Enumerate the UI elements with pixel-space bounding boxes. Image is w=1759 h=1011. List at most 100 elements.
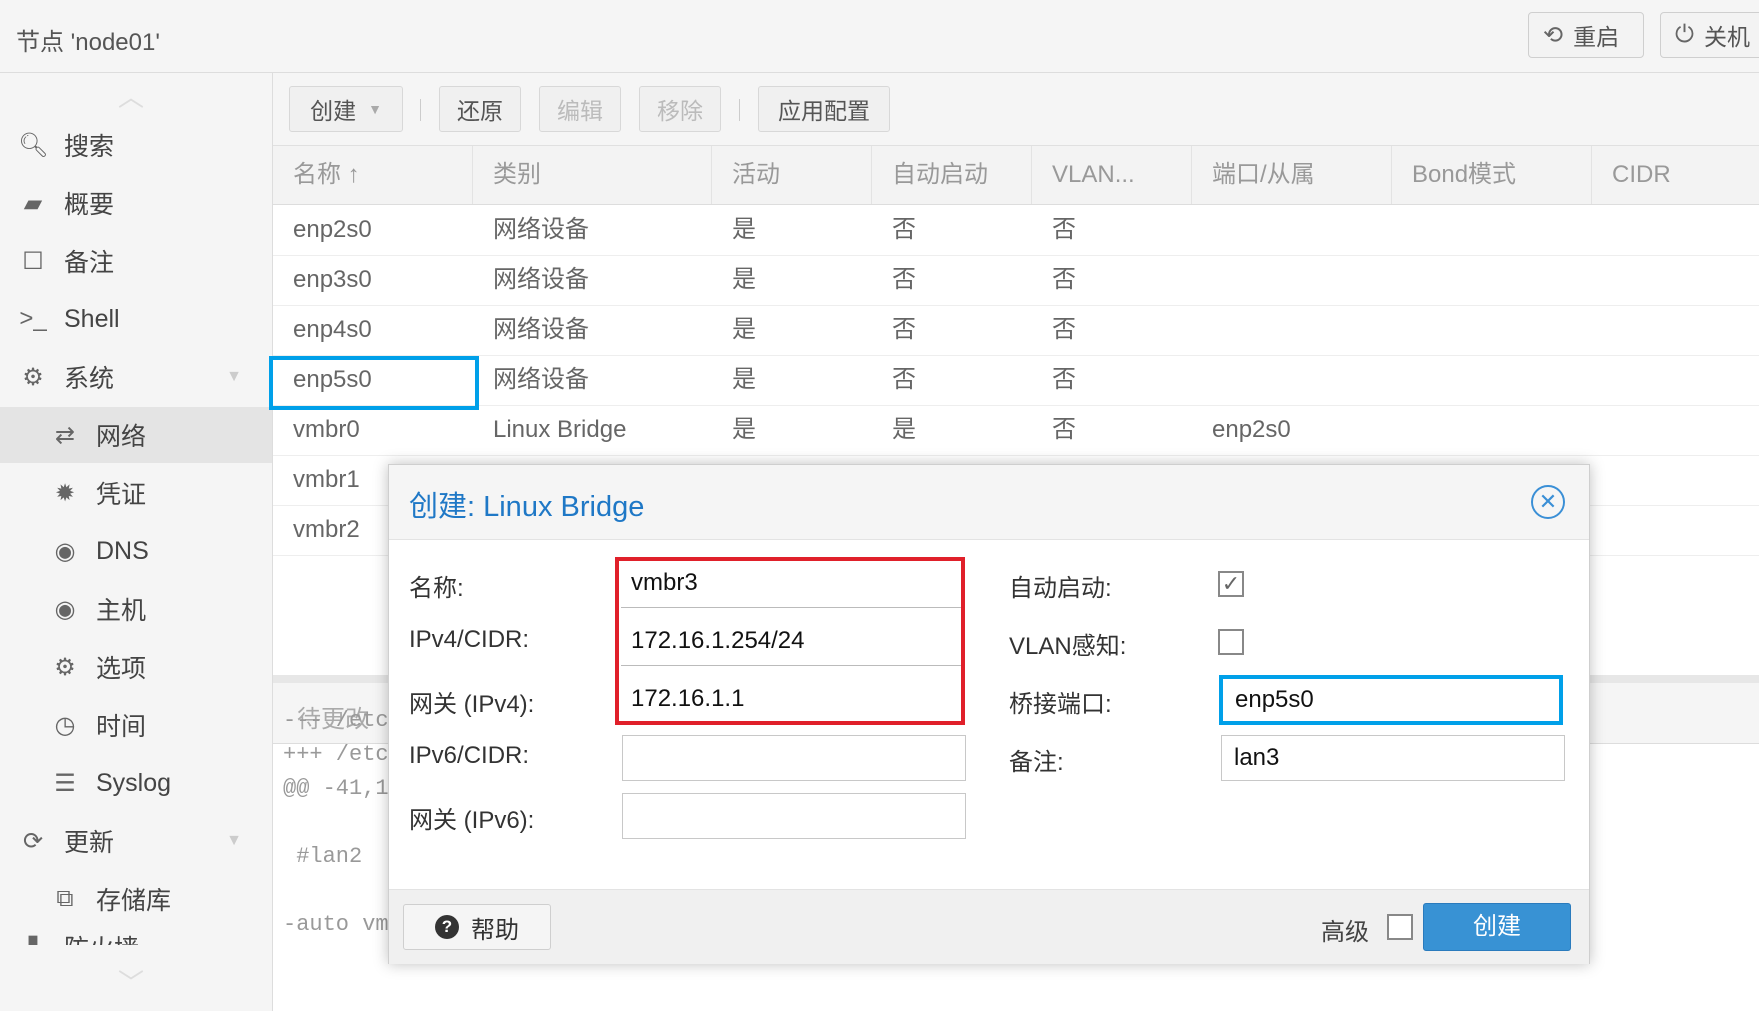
- comment-input[interactable]: lan3: [1221, 735, 1565, 781]
- cell-name: vmbr0: [293, 416, 360, 443]
- reboot-button[interactable]: ⟲ 重启: [1528, 12, 1644, 58]
- edit-button[interactable]: 编辑: [539, 86, 621, 132]
- ipv4-cidr-label: IPv4/CIDR:: [409, 626, 530, 653]
- cell-active: 是: [732, 416, 756, 443]
- copy-icon: ⧉: [56, 885, 74, 912]
- apply-config-button[interactable]: 应用配置: [758, 86, 890, 132]
- chevron-down-icon[interactable]: ▼: [226, 832, 242, 850]
- advanced-label: 高级: [1321, 919, 1369, 946]
- column-header-ports[interactable]: 端口/从属: [1192, 146, 1392, 204]
- table-row[interactable]: enp2s0 网络设备 是 否 否: [273, 205, 1759, 256]
- revert-button[interactable]: 还原: [439, 86, 521, 132]
- cell-type: Linux Bridge: [493, 416, 627, 443]
- cell-active: 是: [732, 266, 756, 293]
- sidebar-item-label: 备注: [64, 249, 115, 277]
- vlan-aware-label: VLAN感知:: [1009, 633, 1127, 660]
- vlan-aware-checkbox[interactable]: [1218, 629, 1244, 655]
- sidebar-item-repositories[interactable]: ⧉ 存储库: [0, 871, 272, 927]
- sidebar-item-label: 时间: [96, 713, 147, 741]
- column-header-bond-mode[interactable]: Bond模式: [1392, 146, 1592, 204]
- cell-autostart: 否: [892, 266, 916, 293]
- remove-button[interactable]: 移除: [639, 86, 721, 132]
- sidebar-item-label: 凭证: [96, 481, 147, 509]
- table-row[interactable]: enp5s0 网络设备是否否: [273, 355, 1759, 406]
- help-button[interactable]: ? 帮助: [403, 904, 551, 950]
- toolbar-separator: [739, 99, 740, 121]
- sidebar-item-label: 更新: [64, 829, 115, 857]
- sidebar-item-label: 选项: [96, 655, 147, 683]
- cell-vlan: 否: [1052, 416, 1076, 443]
- cell-name: enp3s0: [293, 266, 372, 293]
- scroll-up-icon[interactable]: ︿: [118, 77, 144, 114]
- cell-ports: enp2s0: [1212, 416, 1291, 443]
- check-icon: ✓: [1221, 571, 1241, 596]
- create-menu-label: 创建: [310, 98, 357, 124]
- create-menu-button[interactable]: 创建 ▼: [289, 86, 403, 132]
- diff-line: +++ /etc: [283, 742, 389, 767]
- sidebar-item-firewall[interactable]: ▮ 防火墙: [0, 929, 272, 945]
- node-header: 节点 'node01' ⟲ 重启 ⏻ 关机: [0, 0, 1759, 73]
- cell-name: enp2s0: [293, 216, 372, 243]
- bridge-ports-input[interactable]: enp5s0: [1219, 675, 1563, 725]
- sidebar-item-options[interactable]: ⚙ 选项: [0, 639, 272, 695]
- apply-config-label: 应用配置: [778, 98, 870, 124]
- remove-label: 移除: [657, 98, 703, 124]
- column-header-active[interactable]: 活动: [712, 146, 872, 204]
- sidebar-item-updates[interactable]: ⟳ 更新 ▼: [0, 813, 272, 869]
- undo-icon: ⟲: [1543, 21, 1564, 49]
- table-row[interactable]: enp3s0 网络设备 是 否 否: [273, 255, 1759, 306]
- selected-cell-highlight: [269, 356, 479, 410]
- sidebar-item-hosts[interactable]: ◉ 主机: [0, 581, 272, 637]
- network-toolbar: 创建 ▼ 还原 编辑 移除 应用配置: [273, 73, 1759, 146]
- column-header-autostart[interactable]: 自动启动: [872, 146, 1032, 204]
- shutdown-button[interactable]: ⏻ 关机: [1660, 12, 1759, 58]
- ipv6-cidr-input[interactable]: [622, 735, 966, 781]
- ipv4-gateway-input[interactable]: 172.16.1.1: [619, 677, 963, 723]
- chevron-down-icon[interactable]: ▼: [226, 368, 242, 386]
- diff-line: @@ -41,1: [283, 776, 389, 801]
- create-button[interactable]: 创建: [1423, 903, 1571, 951]
- column-header-type[interactable]: 类别: [473, 146, 712, 204]
- toolbar-separator: [420, 99, 421, 121]
- name-input[interactable]: vmbr3: [619, 561, 963, 607]
- sidebar-item-summary[interactable]: ▰ 概要: [0, 175, 272, 231]
- close-icon[interactable]: ✕: [1531, 485, 1565, 519]
- column-header-name[interactable]: 名称 ↑: [273, 146, 473, 204]
- sidebar-item-syslog[interactable]: ☰ Syslog: [0, 755, 272, 811]
- autostart-label: 自动启动:: [1009, 575, 1112, 602]
- column-header-cidr[interactable]: CIDR: [1592, 146, 1759, 204]
- sidebar-item-label: DNS: [96, 536, 149, 565]
- node-title: 节点 'node01': [16, 29, 160, 56]
- sidebar-item-search[interactable]: 🔍︎ 搜索: [0, 117, 272, 173]
- sidebar-item-system[interactable]: ⚙ 系统 ▼: [0, 349, 272, 405]
- table-row[interactable]: enp4s0 网络设备 是 否 否: [273, 305, 1759, 356]
- name-label: 名称:: [409, 575, 464, 602]
- cell-vlan: 否: [1052, 216, 1076, 243]
- sidebar-item-notes[interactable]: ☐ 备注: [0, 233, 272, 289]
- autostart-checkbox[interactable]: ✓: [1218, 571, 1244, 597]
- cell-type: 网络设备: [493, 316, 589, 343]
- sidebar-item-certificates[interactable]: ✹ 凭证: [0, 465, 272, 521]
- sidebar-item-time[interactable]: ◷ 时间: [0, 697, 272, 753]
- note-icon: ☐: [22, 247, 44, 275]
- ipv6-gateway-label: 网关 (IPv6):: [409, 807, 535, 834]
- bridge-ports-label: 桥接端口:: [1009, 691, 1112, 718]
- cell-autostart: 否: [892, 366, 916, 393]
- sidebar-item-network[interactable]: ⇄ 网络: [0, 407, 272, 463]
- sidebar-nav: ︿ 🔍︎ 搜索 ▰ 概要 ☐ 备注 >_ Shell ⚙ 系统 ▼ ⇄ 网络 ✹…: [0, 73, 273, 1011]
- scroll-down-icon[interactable]: ﹀: [118, 963, 144, 1000]
- sidebar-item-shell[interactable]: >_ Shell: [0, 291, 272, 347]
- book-icon: ▰: [23, 189, 43, 217]
- reboot-label: 重启: [1573, 24, 1620, 50]
- sidebar-item-label: 搜索: [64, 133, 115, 161]
- cell-name: enp4s0: [293, 316, 372, 343]
- edit-label: 编辑: [557, 98, 603, 124]
- table-row[interactable]: vmbr0 Linux Bridge 是 是 否 enp2s0: [273, 405, 1759, 456]
- sidebar-item-label: 主机: [96, 597, 147, 625]
- ipv4-cidr-input[interactable]: 172.16.1.254/24: [619, 619, 963, 665]
- sidebar-item-dns[interactable]: ◉ DNS: [0, 523, 272, 579]
- create-bridge-dialog: 创建: Linux Bridge ✕ 名称: vmbr3 IPv4/CIDR: …: [388, 464, 1590, 964]
- ipv6-gateway-input[interactable]: [622, 793, 966, 839]
- advanced-checkbox[interactable]: [1387, 914, 1413, 940]
- column-header-vlan[interactable]: VLAN...: [1032, 146, 1192, 204]
